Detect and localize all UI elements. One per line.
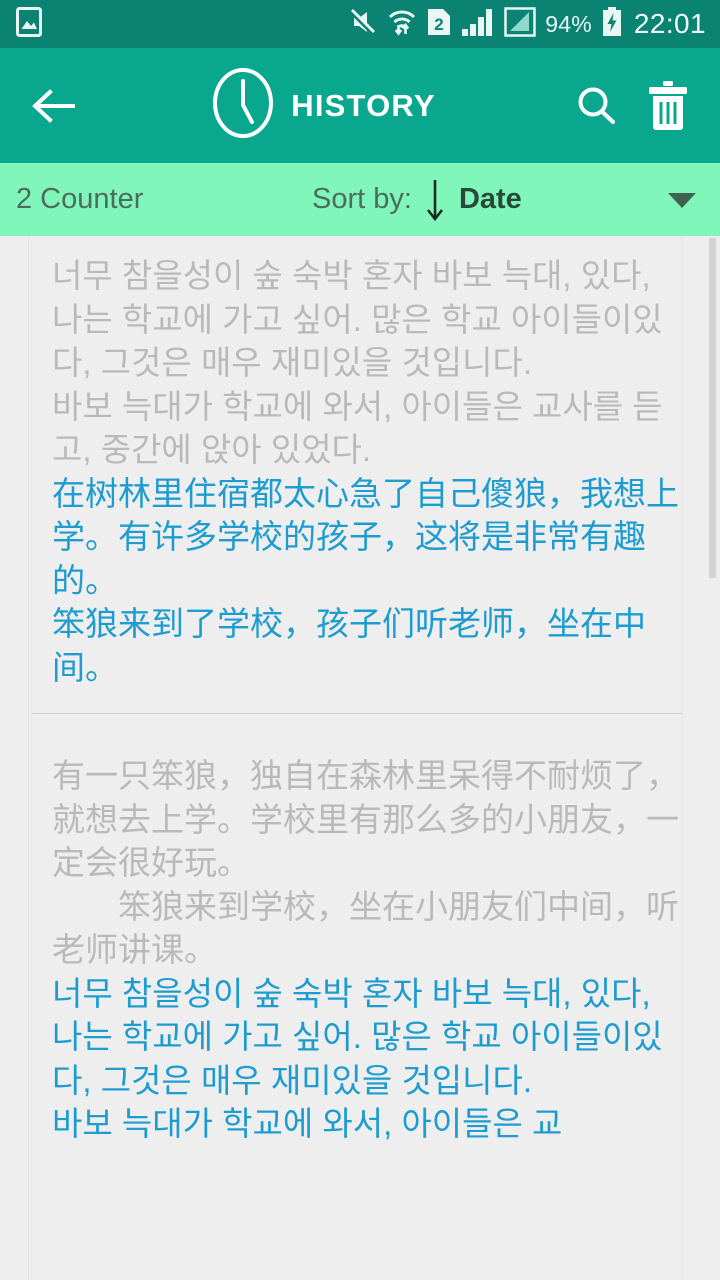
arrow-down-icon[interactable]: [424, 178, 446, 222]
search-button[interactable]: [566, 76, 626, 136]
history-source-text: 너무 참을성이 숲 숙박 혼자 바보 늑대, 있다, 나는 학교에 가고 싶어.…: [52, 257, 663, 381]
wifi-updown-icon: [387, 7, 417, 42]
mute-icon: [348, 7, 378, 42]
history-source-text: 바보 늑대가 학교에 와서, 아이들은 교사를 듣고, 중간에 앉아 있었다.: [52, 387, 663, 469]
history-list[interactable]: 너무 참을성이 숲 숙박 혼자 바보 늑대, 있다, 나는 학교에 가고 싶어.…: [0, 236, 720, 1280]
sort-by-label: Sort by:: [312, 183, 412, 215]
history-target-text: 在树林里住宿都太心急了自己傻狼，我想上学。有许多学校的孩子，这将是非常有趣的。: [52, 474, 679, 599]
app-bar-title-group: HISTORY: [82, 67, 566, 144]
history-target-text: 바보 늑대가 학교에 와서, 아이들은 교: [52, 1105, 563, 1142]
history-source-text: 笨狼来到学校，坐在小朋友们中间，听老师讲课。: [52, 887, 679, 969]
back-button[interactable]: [26, 78, 82, 134]
caret-down-icon[interactable]: [666, 190, 702, 210]
scrollbar-track[interactable]: [683, 236, 720, 1280]
app-bar: HISTORY: [0, 48, 720, 163]
image-indicator-icon: [16, 6, 42, 42]
page-title: HISTORY: [291, 88, 436, 123]
signal-bars-sim1-icon: [461, 7, 495, 42]
history-target-text: 너무 참을성이 숲 숙박 혼자 바보 늑대, 있다, 나는 학교에 가고 싶어.…: [52, 974, 663, 1099]
search-icon: [578, 87, 615, 124]
battery-charging-icon: [601, 6, 623, 42]
svg-text:2: 2: [435, 15, 444, 34]
status-bar-clock: 22:01: [633, 8, 706, 39]
arrow-left-icon: [32, 88, 75, 123]
trash-icon: [649, 80, 687, 130]
sort-control[interactable]: Sort by: Date: [312, 178, 522, 222]
sort-value-label: Date: [458, 183, 522, 215]
status-bar-right: 2 94% 22:01: [348, 6, 706, 42]
history-source-text: 有一只笨狼，独自在森林里呆得不耐烦了，就想去上学。学校里有那么多的小朋友，一定会…: [52, 757, 679, 881]
signal-bars-sim2-icon: [504, 6, 537, 42]
status-bar: 2 94% 22:01: [0, 0, 720, 48]
history-target-text: 笨狼来到了学校，孩子们听老师，坐在中间。: [52, 605, 646, 686]
list-item[interactable]: 有一只笨狼，独自在森林里呆得不耐烦了，就想去上学。学校里有那么多的小朋友，一定会…: [0, 736, 720, 1146]
list-item[interactable]: 너무 참을성이 숲 숙박 혼자 바보 늑대, 있다, 나는 학교에 가고 싶어.…: [0, 236, 720, 689]
delete-all-button[interactable]: [638, 76, 698, 136]
clock-icon: [212, 67, 274, 144]
status-bar-left: [16, 6, 42, 42]
dual-sim-icon: 2: [426, 7, 452, 42]
battery-percent-label: 94%: [545, 10, 592, 37]
scrollbar-thumb[interactable]: [709, 238, 716, 578]
counter-label: 2 Counter: [16, 183, 144, 215]
sort-bar[interactable]: 2 Counter Sort by: Date: [0, 163, 720, 236]
